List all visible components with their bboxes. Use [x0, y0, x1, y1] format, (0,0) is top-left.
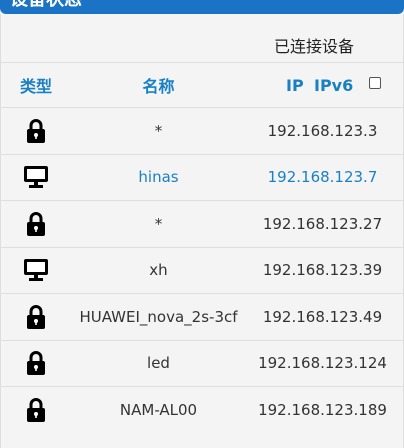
connected-devices-heading: 已连接设备: [274, 37, 355, 56]
device-row: HUAWEI_nova_2s-3cf 192.168.123.49: [1, 293, 403, 340]
column-header-ip: IP IPv6: [246, 62, 403, 108]
lock-icon: [1, 118, 71, 144]
ipv6-toggle-checkbox[interactable]: [369, 77, 381, 89]
device-row: xh 192.168.123.39: [1, 246, 403, 294]
column-header-name: 名称: [71, 62, 246, 108]
device-type-cell: [1, 107, 71, 154]
device-row: led 192.168.123.124: [1, 339, 403, 387]
device-name: xh: [71, 246, 246, 294]
device-name: led: [71, 339, 246, 387]
device-row: hinas 192.168.123.7: [1, 153, 403, 201]
device-ip: 192.168.123.3: [246, 107, 403, 154]
device-ip: 192.168.123.27: [246, 200, 403, 247]
table-header-row: 类型 名称 IP IPv6: [1, 62, 403, 108]
device-name: *: [71, 107, 246, 154]
device-type-cell: [1, 386, 71, 433]
device-name: HUAWEI_nova_2s-3cf: [71, 293, 246, 340]
device-table-body: * 192.168.123.3 hinas 192.168.123.7 * 192.168…: [1, 107, 403, 433]
panel-header-bar: 设备状态: [0, 0, 404, 14]
device-type-cell: [1, 246, 71, 294]
device-type-cell: [1, 153, 71, 201]
monitor-icon: [1, 165, 71, 189]
device-type-cell: [1, 339, 71, 387]
device-ip: 192.168.123.39: [246, 246, 403, 294]
device-type-cell: [1, 293, 71, 340]
device-name[interactable]: hinas: [71, 153, 246, 201]
device-row: NAM-AL00 192.168.123.189: [1, 386, 403, 433]
device-name: NAM-AL00: [71, 386, 246, 433]
column-header-ipv6-label: IPv6: [314, 76, 354, 95]
device-table: 类型 名称 IP IPv6 * 192.168.123.3 hinas 192.168…: [1, 62, 403, 433]
monitor-icon: [1, 258, 71, 282]
column-header-ip-label: IP: [286, 76, 304, 95]
lock-icon: [1, 304, 71, 330]
device-type-cell: [1, 200, 71, 247]
device-ip[interactable]: 192.168.123.7: [246, 153, 403, 201]
lock-icon: [1, 211, 71, 237]
connected-devices-heading-row: 已连接设备: [0, 14, 404, 62]
device-row: * 192.168.123.27: [1, 200, 403, 247]
device-ip: 192.168.123.189: [246, 386, 403, 433]
device-ip: 192.168.123.124: [246, 339, 403, 387]
lock-icon: [1, 397, 71, 423]
column-header-type: 类型: [1, 62, 71, 108]
device-ip: 192.168.123.49: [246, 293, 403, 340]
device-row: * 192.168.123.3: [1, 107, 403, 154]
panel-title: 设备状态: [10, 0, 82, 12]
device-name: *: [71, 200, 246, 247]
lock-icon: [1, 350, 71, 376]
